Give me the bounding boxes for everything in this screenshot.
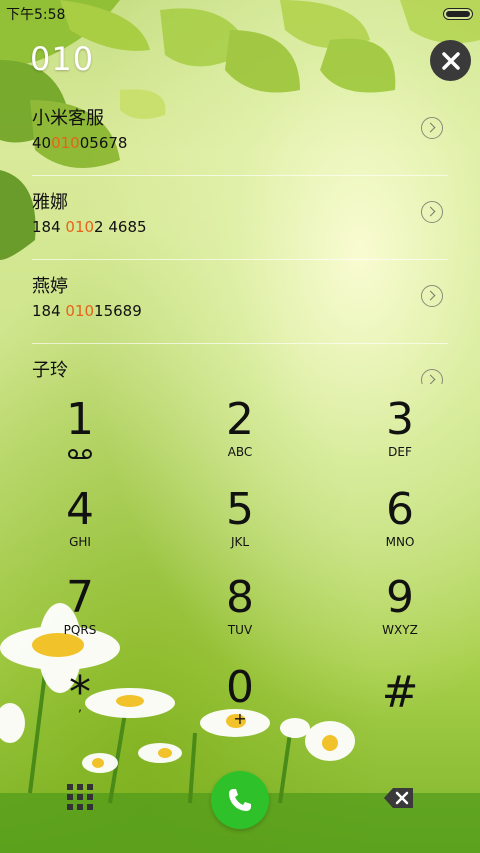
keypad-grid-icon[interactable] (66, 783, 94, 811)
number-match: 010 (65, 218, 95, 236)
key-letters: MNO (385, 535, 415, 549)
contact-number: 184 01015689 (32, 302, 142, 320)
key-letters: , (78, 700, 82, 714)
key-digit: 6 (386, 484, 414, 535)
status-bar: 下午5:58 (0, 0, 480, 26)
contact-number: 4001005678 (32, 134, 128, 152)
key-hash[interactable]: # (330, 668, 470, 748)
contact-result[interactable]: 雅娜 184 0102 4685 (0, 176, 480, 260)
key-5[interactable]: 5 JKL (170, 485, 310, 565)
contact-name: 燕婷 (32, 276, 68, 297)
close-icon (441, 51, 460, 70)
key-0[interactable]: 0 + (170, 663, 310, 743)
key-letters: JKL (230, 535, 250, 549)
key-8[interactable]: 8 TUV (170, 573, 310, 653)
call-button[interactable] (211, 771, 269, 829)
contact-result[interactable]: 燕婷 184 01015689 (0, 260, 480, 344)
status-time: 下午5:58 (6, 7, 66, 23)
key-digit: 3 (386, 394, 414, 445)
phone-icon (229, 789, 251, 811)
contact-results: 小米客服 4001005678 雅娜 184 0102 4685 燕婷 184 … (0, 92, 480, 384)
key-digit: 4 (66, 484, 94, 535)
contact-result[interactable]: 子玲 (0, 344, 480, 384)
key-letters: PQRS (63, 623, 97, 637)
number-match: 010 (65, 302, 95, 320)
key-digit: 1 (66, 394, 94, 445)
key-letters: ABC (227, 445, 253, 459)
contact-result[interactable]: 小米客服 4001005678 (0, 92, 480, 176)
key-6[interactable]: 6 MNO (330, 485, 470, 565)
contact-name: 小米客服 (32, 108, 104, 129)
contact-name: 子玲 (32, 360, 68, 381)
key-digit: # (381, 667, 419, 718)
key-letters: GHI (69, 535, 91, 549)
key-digit: 9 (386, 572, 414, 623)
key-digit: 8 (226, 572, 254, 623)
key-2[interactable]: 2 ABC (170, 395, 310, 475)
contact-number: 184 0102 4685 (32, 218, 147, 236)
key-digit: 0 (226, 662, 254, 713)
contact-detail-arrow-icon[interactable] (421, 285, 443, 307)
key-7[interactable]: 7 PQRS (10, 573, 150, 653)
contact-detail-arrow-icon[interactable] (421, 369, 443, 384)
key-digit: 2 (226, 394, 254, 445)
dialed-number: 010 (30, 40, 95, 78)
contact-detail-arrow-icon[interactable] (421, 117, 443, 139)
contact-detail-arrow-icon[interactable] (421, 201, 443, 223)
key-1[interactable]: 1 (10, 395, 150, 475)
number-match: 010 (51, 134, 80, 152)
key-9[interactable]: 9 WXYZ (330, 573, 470, 653)
key-letters: TUV (227, 623, 253, 637)
close-button[interactable] (430, 40, 471, 81)
key-digit: 7 (66, 572, 94, 623)
key-digit: 5 (226, 484, 254, 535)
key-letters: + (233, 709, 247, 728)
key-letters: DEF (388, 445, 412, 459)
key-star[interactable]: * , (10, 668, 150, 748)
key-4[interactable]: 4 GHI (10, 485, 150, 565)
contact-name: 雅娜 (32, 192, 68, 213)
voicemail-icon (68, 449, 92, 459)
battery-icon (443, 8, 473, 20)
key-3[interactable]: 3 DEF (330, 395, 470, 475)
backspace-icon[interactable] (383, 786, 415, 810)
key-letters: WXYZ (382, 623, 418, 637)
